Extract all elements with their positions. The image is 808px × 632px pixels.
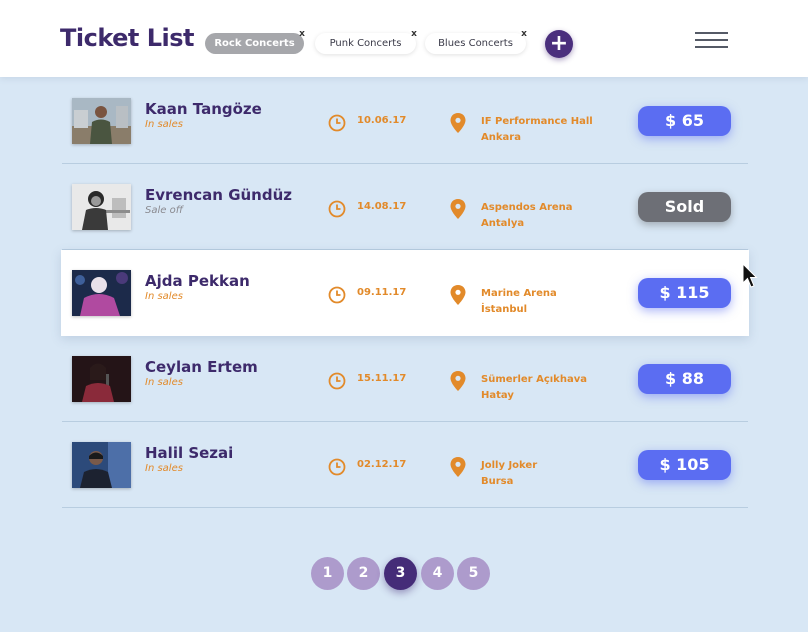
- page-title: Ticket List: [60, 24, 195, 52]
- sale-status: In sales: [145, 119, 183, 130]
- filter-chip-label: Punk Concerts: [329, 38, 402, 49]
- event-date: 10.06.17: [357, 115, 407, 126]
- venue-city: Ankara: [481, 132, 521, 143]
- ticket-row[interactable]: Ceylan Ertem In sales 15.11.17 Sümerler …: [62, 336, 748, 422]
- artist-photo: [72, 356, 131, 402]
- page-button-5[interactable]: 5: [457, 557, 490, 590]
- venue-name: Sümerler Açıkhava: [481, 374, 587, 385]
- page-button-1[interactable]: 1: [311, 557, 344, 590]
- artist-name: Evrencan Gündüz: [145, 186, 293, 204]
- ticket-row[interactable]: Halil Sezai In sales 02.12.17 Jolly Joke…: [62, 422, 748, 508]
- venue-name: Marine Arena: [481, 288, 557, 299]
- location-pin-icon: [450, 285, 466, 305]
- close-icon[interactable]: x: [409, 29, 419, 39]
- buy-ticket-button[interactable]: $ 115: [638, 278, 731, 308]
- event-date: 14.08.17: [357, 201, 407, 212]
- artist-photo: [72, 98, 131, 144]
- ticket-row[interactable]: Kaan Tangöze In sales 10.06.17 IF Perfor…: [62, 78, 748, 164]
- sold-out-button[interactable]: Sold: [638, 192, 731, 222]
- filter-chip-rock[interactable]: Rock Concerts x: [205, 29, 305, 54]
- location-pin-icon: [450, 371, 466, 391]
- event-venue: Aspendos Arena Antalya: [481, 200, 573, 232]
- clock-icon: [328, 200, 346, 218]
- location-pin-icon: [450, 199, 466, 219]
- ticket-row-selected[interactable]: Ajda Pekkan In sales 09.11.17 Marine Are…: [61, 250, 749, 336]
- buy-ticket-button[interactable]: $ 65: [638, 106, 731, 136]
- venue-city: Bursa: [481, 476, 514, 487]
- sale-status: In sales: [145, 291, 183, 302]
- venue-name: Jolly Joker: [481, 460, 538, 471]
- artist-name: Kaan Tangöze: [145, 100, 262, 118]
- event-venue: Marine Arena İstanbul: [481, 286, 557, 318]
- location-pin-icon: [450, 457, 466, 477]
- clock-icon: [328, 372, 346, 390]
- venue-name: IF Performance Hall: [481, 116, 593, 127]
- location-pin-icon: [450, 113, 466, 133]
- mouse-cursor-icon: [742, 263, 758, 288]
- filter-chip-label: Blues Concerts: [438, 38, 513, 49]
- plus-icon: +: [549, 31, 569, 56]
- sale-status: In sales: [145, 463, 183, 474]
- clock-icon: [328, 286, 346, 304]
- hamburger-menu-icon[interactable]: [695, 32, 729, 50]
- page-button-3-current[interactable]: 3: [384, 557, 417, 590]
- close-icon[interactable]: x: [519, 29, 529, 39]
- event-date: 02.12.17: [357, 459, 407, 470]
- venue-city: Hatay: [481, 390, 514, 401]
- header: Ticket List Rock Concerts x Punk Concert…: [0, 0, 808, 77]
- sale-status: Sale off: [145, 205, 183, 216]
- event-date: 09.11.17: [357, 287, 407, 298]
- artist-name: Ceylan Ertem: [145, 358, 258, 376]
- event-date: 15.11.17: [357, 373, 407, 384]
- venue-city: Antalya: [481, 218, 525, 229]
- artist-photo: [72, 184, 131, 230]
- clock-icon: [328, 114, 346, 132]
- clock-icon: [328, 458, 346, 476]
- sale-status: In sales: [145, 377, 183, 388]
- venue-city: İstanbul: [481, 304, 528, 315]
- filter-chip-punk[interactable]: Punk Concerts x: [315, 29, 417, 54]
- artist-photo: [72, 270, 131, 316]
- ticket-row[interactable]: Evrencan Gündüz Sale off 14.08.17 Aspend…: [62, 164, 748, 250]
- artist-name: Ajda Pekkan: [145, 272, 250, 290]
- page-button-2[interactable]: 2: [347, 557, 380, 590]
- event-venue: IF Performance Hall Ankara: [481, 114, 593, 146]
- filter-chip-blues[interactable]: Blues Concerts x: [425, 29, 527, 54]
- close-icon[interactable]: x: [297, 29, 307, 39]
- event-venue: Jolly Joker Bursa: [481, 458, 537, 490]
- buy-ticket-button[interactable]: $ 88: [638, 364, 731, 394]
- venue-name: Aspendos Arena: [481, 202, 573, 213]
- artist-photo: [72, 442, 131, 488]
- artist-name: Halil Sezai: [145, 444, 234, 462]
- buy-ticket-button[interactable]: $ 105: [638, 450, 731, 480]
- filter-chip-label: Rock Concerts: [214, 38, 295, 49]
- event-venue: Sümerler Açıkhava Hatay: [481, 372, 587, 404]
- page-button-4[interactable]: 4: [421, 557, 454, 590]
- add-filter-button[interactable]: +: [545, 30, 573, 58]
